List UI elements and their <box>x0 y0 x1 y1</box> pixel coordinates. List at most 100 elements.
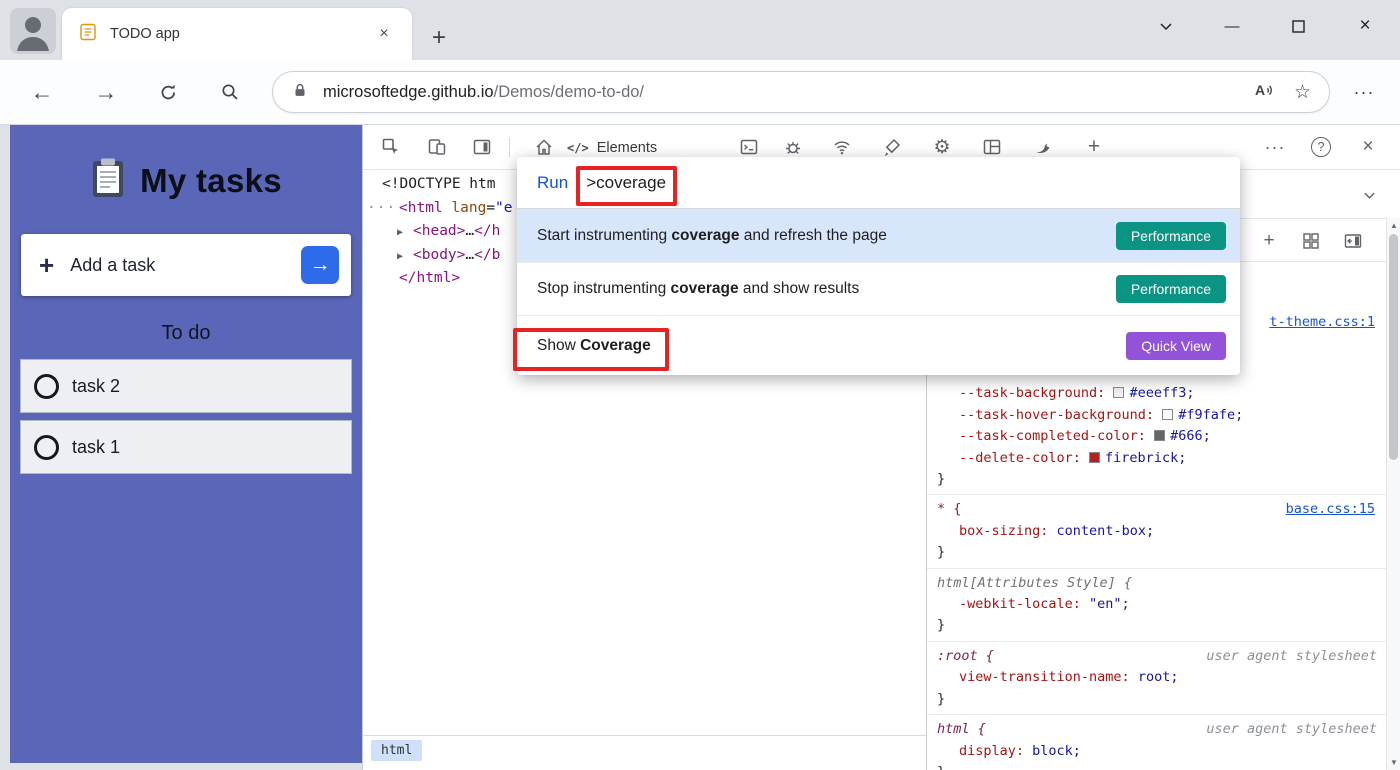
address-bar[interactable]: microsoftedge.github.io/Demos/demo-to-do… <box>272 71 1330 113</box>
style-rule: user agent stylesheet:root {view-transit… <box>927 642 1387 715</box>
window-minimize-button[interactable]: — <box>1216 11 1248 41</box>
style-property[interactable]: --task-hover-background: #f9fafe; <box>937 405 1377 426</box>
color-swatch-icon[interactable] <box>1162 409 1173 420</box>
toolbar-divider <box>509 137 510 157</box>
window-maximize-button[interactable] <box>1282 11 1314 41</box>
svg-text:A: A <box>1255 82 1265 98</box>
command-menu-item[interactable]: Stop instrumenting coverage and show res… <box>517 262 1240 315</box>
dock-side-icon[interactable] <box>467 132 497 162</box>
color-swatch-icon[interactable] <box>1154 430 1165 441</box>
scroll-up-icon[interactable]: ▲ <box>1387 221 1400 230</box>
property-name: --task-background: <box>959 385 1113 401</box>
property-value: content-box; <box>1057 523 1155 539</box>
add-task-plus-icon: + <box>39 252 54 278</box>
task-row[interactable]: task 2 <box>20 359 352 413</box>
new-style-rule-plus-icon[interactable]: + <box>1255 227 1283 255</box>
scrollbar-thumb[interactable] <box>1389 234 1398 460</box>
help-icon[interactable]: ? <box>1306 132 1336 162</box>
search-icon[interactable] <box>212 74 248 110</box>
devtools-menu-icon[interactable]: ··· <box>1260 132 1290 162</box>
new-tab-button[interactable]: + <box>424 23 454 53</box>
profile-avatar[interactable] <box>10 8 56 54</box>
add-task-label[interactable]: Add a task <box>70 255 155 276</box>
page-title: My tasks <box>140 162 282 200</box>
style-rule: base.css:15* {box-sizing: content-box;} <box>927 495 1387 568</box>
property-value: block; <box>1032 743 1081 759</box>
element-states-grid-icon[interactable] <box>1297 227 1325 255</box>
browser-navbar: ← → microsoftedge.github.io/Demos/demo-t… <box>0 60 1400 125</box>
add-task-submit-button[interactable]: → <box>301 246 339 284</box>
color-swatch-icon[interactable] <box>1113 387 1124 398</box>
property-name: --delete-color: <box>959 450 1089 466</box>
url-text: microsoftedge.github.io/Demos/demo-to-do… <box>323 83 644 102</box>
task-label: task 1 <box>72 437 120 458</box>
style-property[interactable]: --task-completed-color: #666; <box>937 426 1377 447</box>
forward-button[interactable]: → <box>88 74 124 110</box>
property-name: box-sizing: <box>959 523 1057 539</box>
todo-section-heading: To do <box>10 322 362 345</box>
task-checkbox[interactable] <box>34 435 59 460</box>
code-icon: </> <box>567 141 589 155</box>
browser-menu-icon[interactable]: ··· <box>1346 74 1382 110</box>
style-rule: html[Attributes Style] { -webkit-locale: … <box>927 569 1387 642</box>
browser-tab[interactable]: TODO app × <box>62 8 412 60</box>
annotation-box-coverage-query <box>576 166 677 206</box>
styles-scrollbar[interactable]: ▲ ▼ <box>1386 218 1400 770</box>
chevron-down-icon[interactable] <box>1357 183 1381 207</box>
property-value: "en"; <box>1089 596 1130 612</box>
person-icon <box>10 8 56 54</box>
tab-favicon-icon <box>78 22 98 47</box>
stylesheet-link[interactable]: t-theme.css:1 <box>1269 312 1375 333</box>
rule-selector: html[Attributes Style] { <box>937 575 1132 591</box>
device-emulation-icon[interactable] <box>422 132 452 162</box>
task-label: task 2 <box>72 376 120 397</box>
read-aloud-icon[interactable]: A <box>1254 80 1276 105</box>
style-rule-header: user agent stylesheet:root { <box>937 646 1377 667</box>
command-mode-label: Run <box>537 173 568 193</box>
style-property[interactable]: --delete-color: firebrick; <box>937 448 1377 469</box>
inspect-element-icon[interactable] <box>376 132 406 162</box>
css-rules-list: t-theme.css:1 --task-background: #eeeff3;… <box>927 308 1387 770</box>
command-item-badge[interactable]: Performance <box>1116 275 1226 303</box>
rule-closing-brace: } <box>937 762 1377 770</box>
style-property[interactable]: --task-background: #eeeff3; <box>937 383 1377 404</box>
command-menu-item[interactable]: Start instrumenting coverage and refresh… <box>517 209 1240 262</box>
elements-breadcrumb-bar: html <box>363 735 926 770</box>
property-name: view-transition-name: <box>959 669 1138 685</box>
computed-panel-toggle-icon[interactable] <box>1339 227 1367 255</box>
style-rule-header: html[Attributes Style] { <box>937 573 1377 594</box>
property-value: #666; <box>1170 428 1211 444</box>
tab-title: TODO app <box>110 26 180 42</box>
tab-close-icon[interactable]: × <box>372 22 396 46</box>
property-value: #f9fafe; <box>1178 407 1243 423</box>
todo-app-panel: My tasks + Add a task → To do task 2 task… <box>10 125 362 763</box>
rule-closing-brace: } <box>937 469 1377 490</box>
scroll-down-icon[interactable]: ▼ <box>1387 758 1400 767</box>
clipboard-icon <box>90 157 126 204</box>
style-property[interactable]: view-transition-name: root; <box>937 667 1377 688</box>
command-item-badge[interactable]: Performance <box>1116 222 1226 250</box>
back-button[interactable]: ← <box>24 74 60 110</box>
command-item-badge[interactable]: Quick View <box>1126 332 1226 360</box>
task-row[interactable]: task 1 <box>20 420 352 474</box>
tab-actions-chevron-icon[interactable] <box>1150 11 1182 41</box>
style-rule-header: user agent stylesheethtml { <box>937 719 1377 740</box>
rule-selector: html { <box>937 721 986 737</box>
stylesheet-link[interactable]: base.css:15 <box>1286 499 1375 520</box>
lock-icon <box>291 81 309 104</box>
command-item-text: Stop instrumenting coverage and show res… <box>537 280 859 298</box>
reload-button[interactable] <box>150 74 186 110</box>
browser-tab-strip: TODO app × + — × <box>0 0 1400 60</box>
color-swatch-icon[interactable] <box>1089 452 1100 463</box>
favorites-star-icon[interactable]: ☆ <box>1294 81 1311 104</box>
add-task-row[interactable]: + Add a task → <box>21 234 351 296</box>
style-property[interactable]: box-sizing: content-box; <box>937 521 1377 542</box>
rule-closing-brace: } <box>937 542 1377 563</box>
style-property[interactable]: -webkit-locale: "en"; <box>937 594 1377 615</box>
style-property[interactable]: display: block; <box>937 741 1377 762</box>
breadcrumb-html[interactable]: html <box>371 740 422 761</box>
property-name: -webkit-locale: <box>959 596 1089 612</box>
devtools-close-icon[interactable]: × <box>1353 132 1383 162</box>
window-close-button[interactable]: × <box>1349 11 1381 41</box>
task-checkbox[interactable] <box>34 374 59 399</box>
